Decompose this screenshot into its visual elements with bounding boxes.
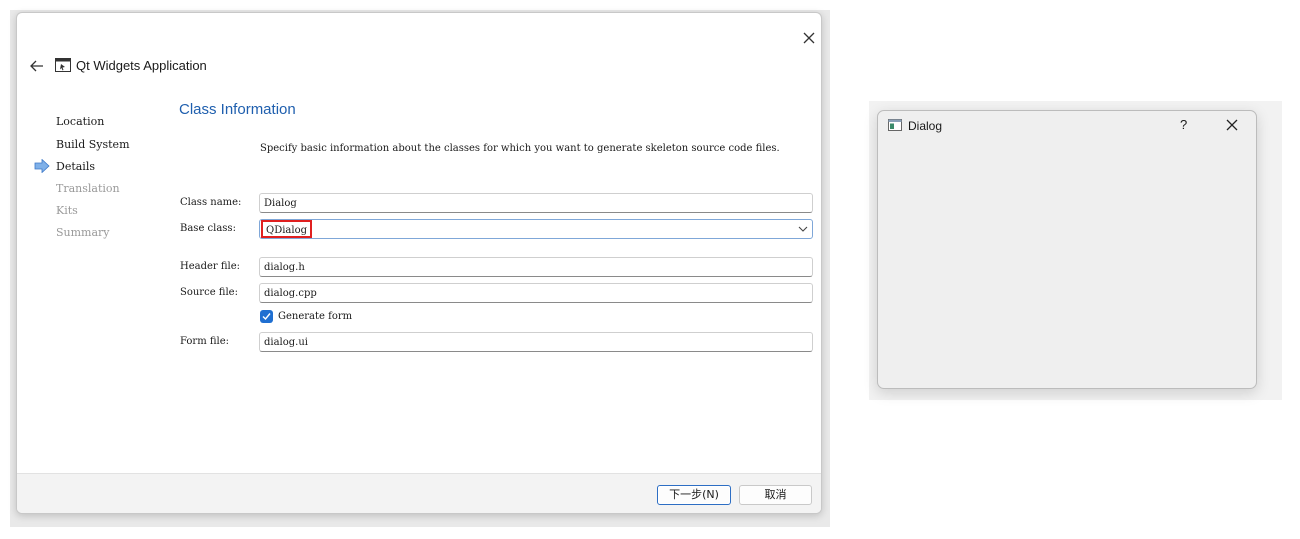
next-button[interactable]: 下一步(N) (657, 485, 731, 505)
back-button[interactable] (26, 55, 48, 77)
header-file-input[interactable]: dialog.h (259, 257, 813, 277)
back-arrow-icon (30, 60, 43, 72)
form-file-input[interactable]: dialog.ui (259, 332, 813, 352)
generate-form-label: Generate form (278, 311, 353, 322)
dialog-titlebar: Dialog ? (878, 111, 1256, 141)
close-icon (803, 32, 815, 44)
base-class-value: QDialog (261, 220, 312, 238)
source-file-input[interactable]: dialog.cpp (259, 283, 813, 303)
step-translation: Translation (56, 182, 120, 195)
source-file-label: Source file: (180, 287, 238, 298)
step-build-system: Build System (56, 138, 130, 151)
wizard-close-button[interactable] (798, 27, 820, 49)
dialog-preview-window: Dialog ? (877, 110, 1257, 389)
base-class-label: Base class: (180, 223, 236, 234)
cancel-button[interactable]: 取消 (739, 485, 812, 505)
step-summary: Summary (56, 226, 110, 239)
wizard-title: Qt Widgets Application (76, 58, 207, 73)
step-details: Details (34, 159, 95, 173)
close-icon (1226, 119, 1238, 131)
window-icon (888, 119, 902, 131)
chevron-down-icon (798, 226, 808, 232)
base-class-select[interactable]: QDialog (259, 219, 813, 239)
dialog-title: Dialog (908, 119, 943, 133)
step-kits: Kits (56, 204, 78, 217)
class-name-label: Class name: (180, 197, 242, 208)
dialog-help-button[interactable]: ? (1180, 117, 1187, 132)
section-title: Class Information (179, 101, 296, 118)
new-project-wizard: Qt Widgets Application Location Build Sy… (16, 12, 822, 514)
wizard-footer: 下一步(N) 取消 (17, 473, 821, 513)
section-description: Specify basic information about the clas… (260, 143, 780, 154)
form-file-label: Form file: (180, 336, 230, 347)
generate-form-checkbox[interactable] (260, 310, 273, 323)
step-details-label: Details (56, 160, 95, 173)
header-file-label: Header file: (180, 261, 241, 272)
step-location: Location (56, 115, 105, 128)
dialog-close-button[interactable] (1224, 117, 1240, 133)
checkmark-icon (262, 313, 271, 321)
class-name-input[interactable]: Dialog (259, 193, 813, 213)
current-step-arrow-icon (34, 159, 50, 173)
qt-widgets-app-icon (55, 58, 71, 72)
